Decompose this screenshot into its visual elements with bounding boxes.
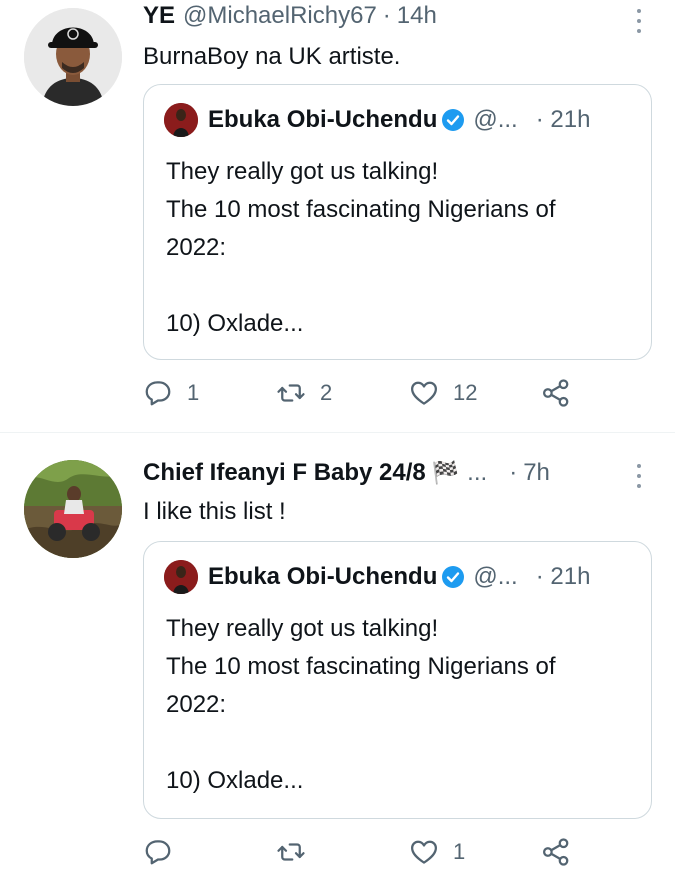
quoted-timestamp: 21h bbox=[550, 106, 591, 133]
quoted-tweet-text: They really got us talking! The 10 most … bbox=[166, 153, 635, 343]
more-options-icon[interactable] bbox=[633, 8, 645, 34]
quoted-author-name: Ebuka Obi-Uchendu bbox=[208, 563, 438, 590]
quoted-author-avatar bbox=[164, 560, 198, 594]
avatar[interactable] bbox=[24, 460, 122, 558]
separator: · bbox=[382, 2, 391, 29]
reply-icon bbox=[145, 840, 171, 865]
quoted-text-line: They really got us talking! bbox=[166, 615, 439, 642]
tweet-text: I like this list ! bbox=[143, 498, 286, 525]
retweet-icon bbox=[277, 843, 305, 861]
heart-icon bbox=[411, 840, 437, 864]
like-count: 1 bbox=[453, 839, 466, 864]
quoted-text-line bbox=[166, 724, 635, 762]
retweet-button[interactable]: 2 bbox=[276, 378, 332, 408]
separator: · bbox=[535, 106, 544, 133]
tweet-actions: 1 bbox=[143, 837, 603, 877]
quoted-tweet-header: Ebuka Obi-Uchendu @... · 21h bbox=[164, 103, 635, 137]
like-button[interactable]: 12 bbox=[409, 378, 477, 408]
quoted-text-line: The 10 most fascinating Nigerians of bbox=[166, 653, 556, 680]
share-icon bbox=[543, 379, 569, 407]
share-icon bbox=[543, 838, 569, 866]
avatar[interactable] bbox=[24, 8, 122, 106]
retweet-icon bbox=[277, 384, 305, 402]
quoted-text-line: 10) Oxlade... bbox=[166, 767, 304, 794]
timestamp[interactable]: 14h bbox=[397, 2, 437, 30]
like-count: 12 bbox=[453, 380, 478, 405]
quoted-author-handle: @... bbox=[473, 106, 518, 133]
quoted-text-line: They really got us talking! bbox=[166, 158, 439, 185]
like-button[interactable]: 1 bbox=[409, 837, 465, 867]
retweet-button[interactable] bbox=[276, 837, 320, 867]
quoted-text-line: 2022: bbox=[166, 691, 227, 718]
quoted-text-line: The 10 most fascinating Nigerians of bbox=[166, 196, 556, 223]
heart-icon bbox=[411, 381, 437, 405]
tweet-text: BurnaBoy na UK artiste. bbox=[143, 43, 401, 70]
name-ellipsis: ... bbox=[467, 459, 488, 486]
tweet[interactable]: YE @MichaelRichy67 · 14h BurnaBoy na UK … bbox=[0, 0, 675, 432]
share-button[interactable] bbox=[541, 378, 571, 408]
quoted-timestamp: 21h bbox=[550, 563, 591, 590]
quoted-author-avatar bbox=[164, 103, 198, 137]
author-handle[interactable]: @MichaelRichy67 bbox=[183, 2, 377, 30]
separator: · bbox=[509, 459, 518, 486]
chequered-flag-icon: 🏁 bbox=[431, 460, 460, 485]
reply-icon bbox=[145, 381, 171, 406]
quoted-tweet[interactable]: Ebuka Obi-Uchendu @... · 21h They really… bbox=[143, 541, 652, 819]
quoted-text-line: 2022: bbox=[166, 234, 227, 261]
separator: · bbox=[535, 563, 544, 590]
tweet-actions: 1 2 12 bbox=[143, 378, 603, 418]
author-name[interactable]: YE bbox=[143, 2, 175, 30]
reply-button[interactable] bbox=[143, 837, 187, 867]
author-name[interactable]: Chief Ifeanyi F Baby 24/8 bbox=[143, 459, 426, 487]
quoted-text-line: 10) Oxlade... bbox=[166, 310, 304, 337]
share-button[interactable] bbox=[541, 837, 571, 867]
quoted-author-name: Ebuka Obi-Uchendu bbox=[208, 106, 438, 133]
tweet-header: YE @MichaelRichy67 · 14h bbox=[143, 2, 635, 30]
retweet-count: 2 bbox=[320, 380, 333, 405]
quoted-author-handle: @... bbox=[473, 563, 518, 590]
reply-count: 1 bbox=[187, 380, 200, 405]
quoted-tweet-text: They really got us talking! The 10 most … bbox=[166, 610, 635, 800]
quoted-tweet[interactable]: Ebuka Obi-Uchendu @... · 21h They really… bbox=[143, 84, 652, 360]
quoted-tweet-header: Ebuka Obi-Uchendu @... · 21h bbox=[164, 560, 635, 594]
verified-badge-icon bbox=[442, 109, 465, 131]
reply-button[interactable]: 1 bbox=[143, 378, 199, 408]
timestamp[interactable]: 7h bbox=[523, 459, 550, 487]
tweet[interactable]: Chief Ifeanyi F Baby 24/8 🏁 ... · 7h I l… bbox=[0, 433, 675, 878]
more-options-icon[interactable] bbox=[633, 463, 645, 489]
verified-badge-icon bbox=[442, 566, 465, 588]
quoted-text-line bbox=[166, 267, 635, 305]
tweet-header: Chief Ifeanyi F Baby 24/8 🏁 ... · 7h bbox=[143, 459, 635, 487]
